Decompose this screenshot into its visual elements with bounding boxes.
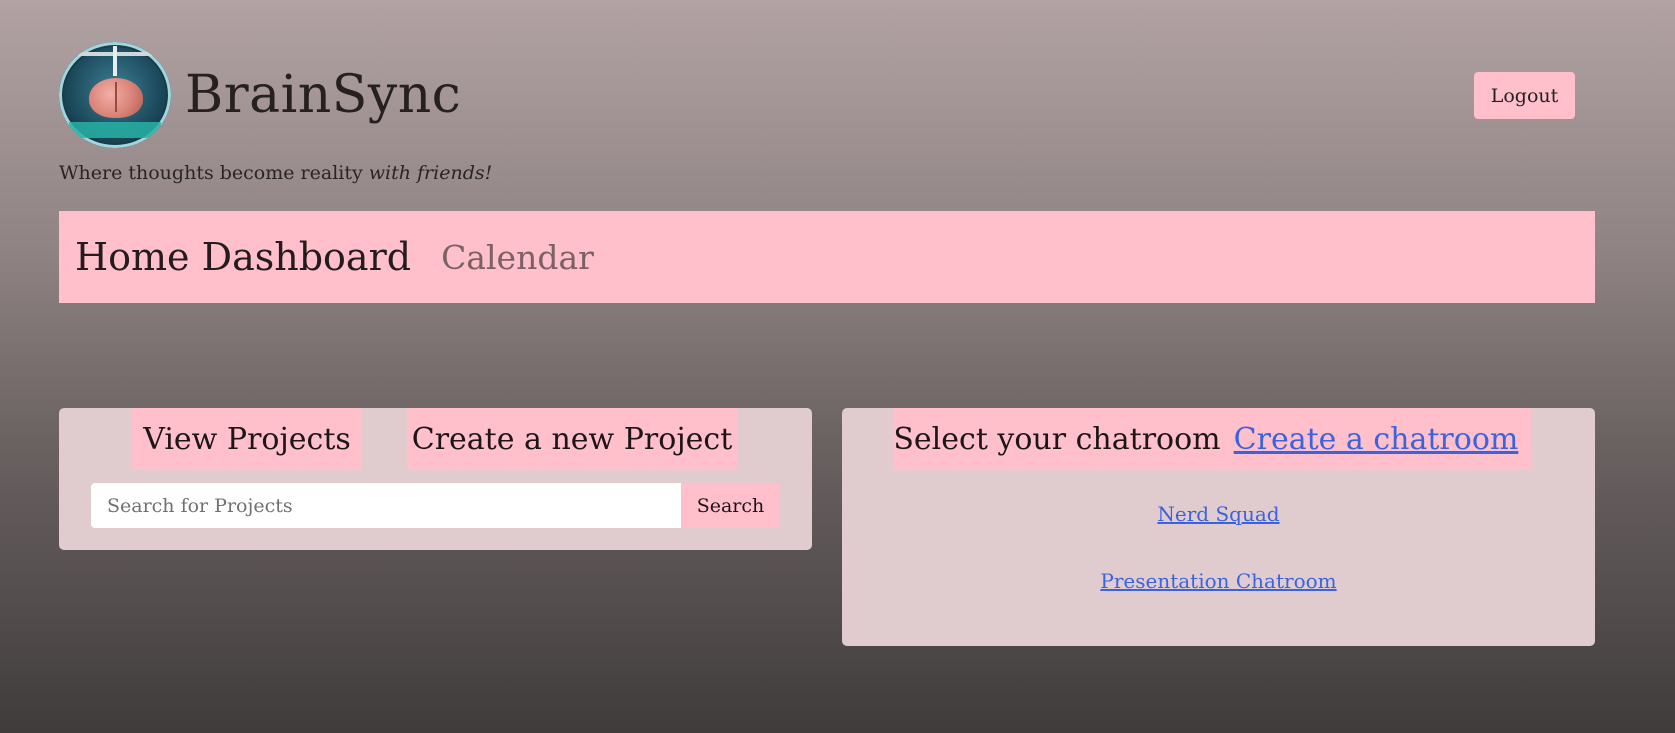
create-project-button[interactable]: Create a new Project <box>407 408 737 470</box>
view-projects-button[interactable]: View Projects <box>132 408 362 470</box>
chatroom-link-nerd-squad[interactable]: Nerd Squad <box>842 502 1595 526</box>
tagline-prefix: Where thoughts become reality <box>59 162 369 184</box>
projects-panel: View Projects Create a new Project Searc… <box>59 408 812 550</box>
brain-logo-icon <box>59 42 171 148</box>
site-header: BrainSync <box>59 42 461 148</box>
main-navbar: Home Dashboard Calendar <box>59 211 1595 303</box>
tagline: Where thoughts become reality with frien… <box>59 162 492 184</box>
project-search-bar: Search <box>91 483 780 528</box>
logout-button[interactable]: Logout <box>1474 72 1575 119</box>
tagline-emphasis: with friends! <box>368 162 493 184</box>
project-search-button[interactable]: Search <box>681 483 780 528</box>
nav-home-dashboard[interactable]: Home Dashboard <box>75 235 411 279</box>
create-chatroom-link[interactable]: Create a chatroom <box>1221 408 1531 470</box>
project-search-input[interactable] <box>91 483 681 528</box>
chatroom-link-presentation[interactable]: Presentation Chatroom <box>842 569 1595 593</box>
brand-name: BrainSync <box>185 65 462 125</box>
chatroom-panel: Select your chatroom Create a chatroom N… <box>842 408 1595 646</box>
select-chatroom-heading: Select your chatroom <box>893 408 1221 470</box>
nav-calendar[interactable]: Calendar <box>441 238 594 277</box>
